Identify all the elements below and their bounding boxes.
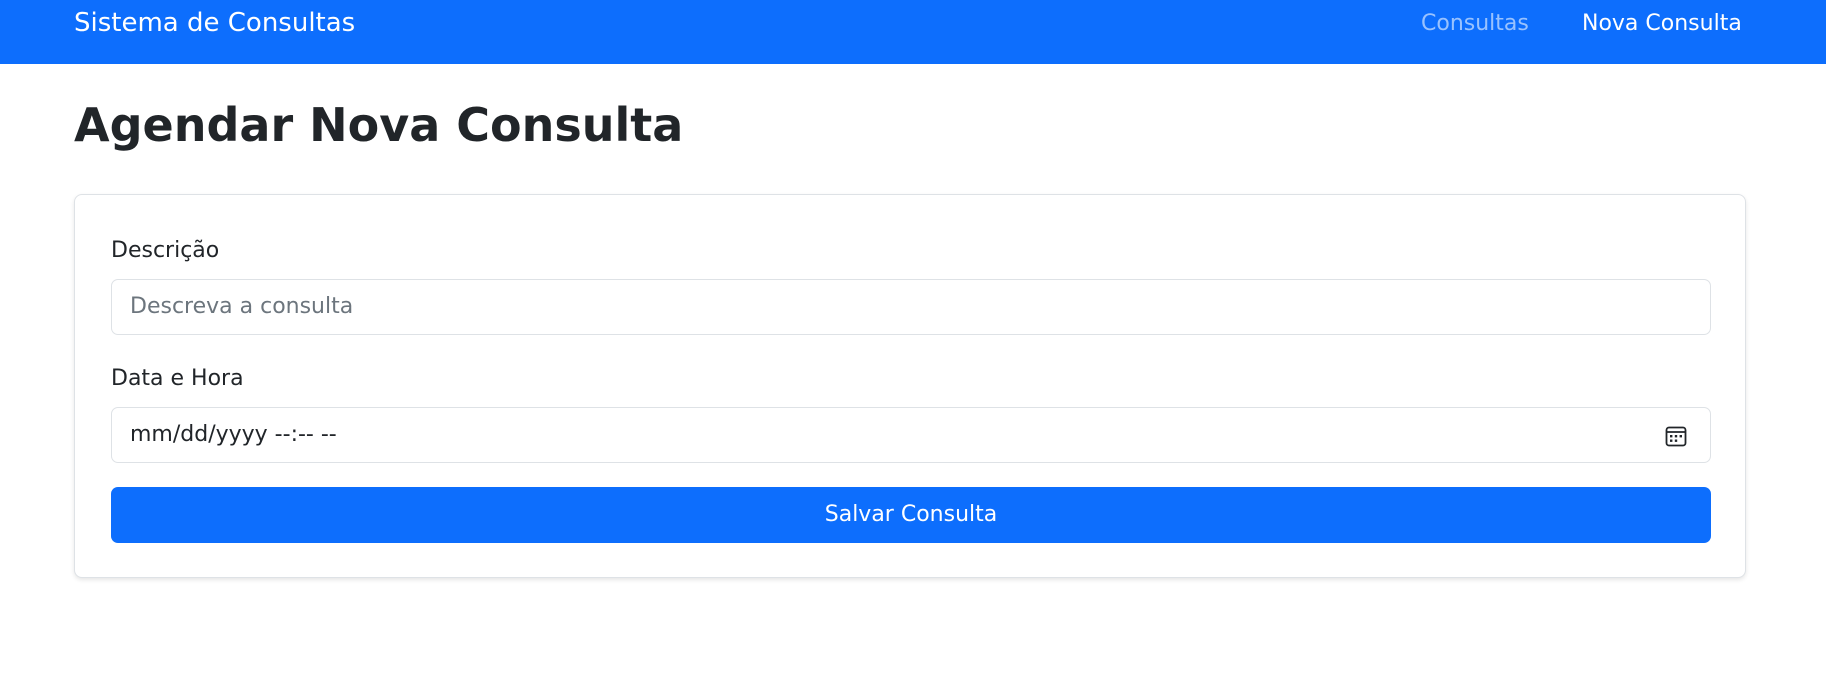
nav-link-nova-consulta[interactable]: Nova Consulta [1582,11,1742,36]
navbar-brand[interactable]: Sistema de Consultas [74,8,355,38]
datetime-value: mm/dd/yyyy --:-- -- [130,422,337,447]
form-card: Descrição Descreva a consulta Data e Hor… [74,194,1746,578]
description-placeholder: Descreva a consulta [130,294,354,319]
nav-link-consultas[interactable]: Consultas [1421,11,1529,36]
datetime-input[interactable]: mm/dd/yyyy --:-- -- [111,407,1711,463]
calendar-icon[interactable] [1664,424,1688,448]
top-navbar: Sistema de Consultas Consultas Nova Cons… [0,0,1826,64]
page-title: Agendar Nova Consulta [74,98,684,152]
description-input[interactable]: Descreva a consulta [111,279,1711,335]
save-consulta-button[interactable]: Salvar Consulta [111,487,1711,543]
description-label: Descrição [111,238,220,263]
datetime-label: Data e Hora [111,366,244,391]
